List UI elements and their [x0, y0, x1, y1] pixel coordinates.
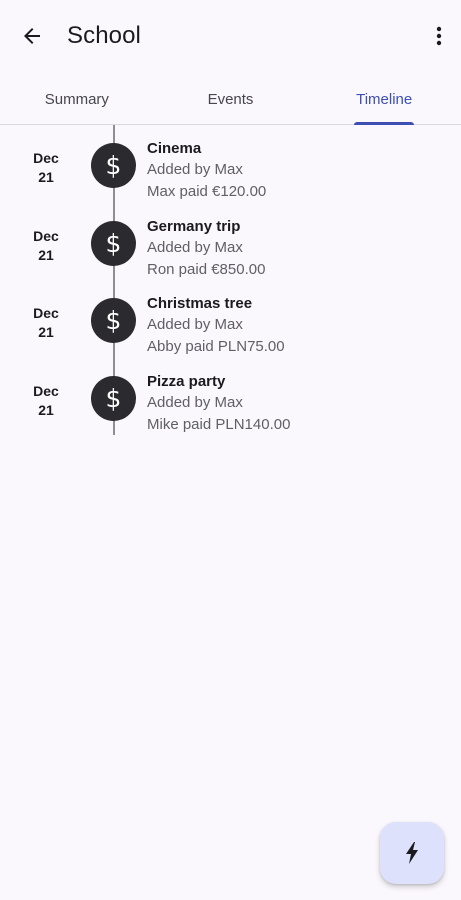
tab-events[interactable]: Events	[154, 74, 308, 124]
entry-paid: Mike paid PLN140.00	[147, 415, 291, 433]
entry-title: Cinema	[147, 140, 202, 157]
dollar-icon: $	[91, 375, 136, 421]
tab-label: Summary	[44, 90, 109, 108]
entry-month: Dec	[33, 227, 59, 244]
dollar-icon: $	[91, 220, 136, 266]
back-button[interactable]	[16, 20, 48, 52]
entry-day: 21	[38, 324, 54, 340]
more-options-button[interactable]	[431, 20, 447, 52]
timeline-entry[interactable]: Dec 21 $ Christmas tree Added by Max Abb…	[0, 280, 461, 358]
entry-details: Cinema Added by Max Max paid €120.00	[147, 139, 266, 203]
entry-date: Dec 21	[22, 227, 70, 265]
timeline-entry[interactable]: Dec 21 $ Cinema Added by Max Max paid €1…	[0, 125, 461, 203]
entry-details: Pizza party Added by Max Mike paid PLN14…	[147, 372, 290, 436]
more-vert-icon	[436, 26, 442, 46]
tab-label: Events	[207, 90, 254, 108]
entry-paid: Max paid €120.00	[147, 183, 267, 200]
app-bar: School	[0, 0, 461, 74]
entry-paid: Abby paid PLN75.00	[147, 338, 285, 355]
entry-details: Christmas tree Added by Max Abby paid PL…	[147, 294, 285, 358]
quick-action-button[interactable]	[380, 822, 444, 884]
arrow-back-icon	[24, 28, 40, 44]
entry-month: Dec	[33, 150, 59, 166]
timeline-list: Dec 21 $ Cinema Added by Max Max paid €1…	[0, 125, 461, 435]
tab-bar: Summary Events Timeline	[0, 74, 461, 125]
entry-added-by: Added by Max	[147, 161, 243, 178]
entry-title: Pizza party	[147, 372, 226, 390]
tab-label: Timeline	[356, 90, 413, 108]
app-screen: School Summary Events Timeline Dec 21 $ …	[0, 0, 461, 900]
entry-title: Germany trip	[147, 217, 241, 235]
entry-date: Dec 21	[22, 304, 70, 342]
timeline-entry[interactable]: Dec 21 $ Germany trip Added by Max Ron p…	[0, 203, 461, 281]
tab-timeline[interactable]: Timeline	[307, 74, 461, 125]
flash-icon	[406, 842, 418, 864]
entry-paid: Ron paid €850.00	[147, 260, 266, 278]
entry-date: Dec 21	[22, 149, 70, 187]
tab-summary[interactable]: Summary	[0, 74, 154, 124]
entry-details: Germany trip Added by Max Ron paid €850.…	[147, 217, 265, 281]
entry-day: 21	[38, 401, 54, 418]
entry-month: Dec	[33, 382, 59, 399]
dollar-icon: $	[91, 143, 136, 188]
entry-day: 21	[38, 246, 54, 263]
entry-month: Dec	[33, 305, 59, 321]
page-title: School	[67, 22, 141, 49]
entry-date: Dec 21	[22, 382, 70, 420]
entry-day: 21	[38, 169, 54, 185]
entry-added-by: Added by Max	[147, 238, 243, 256]
entry-title: Christmas tree	[147, 295, 253, 312]
timeline-entry[interactable]: Dec 21 $ Pizza party Added by Max Mike p…	[0, 358, 461, 436]
entry-added-by: Added by Max	[147, 316, 243, 333]
entry-added-by: Added by Max	[147, 393, 243, 411]
dollar-icon: $	[91, 298, 136, 343]
